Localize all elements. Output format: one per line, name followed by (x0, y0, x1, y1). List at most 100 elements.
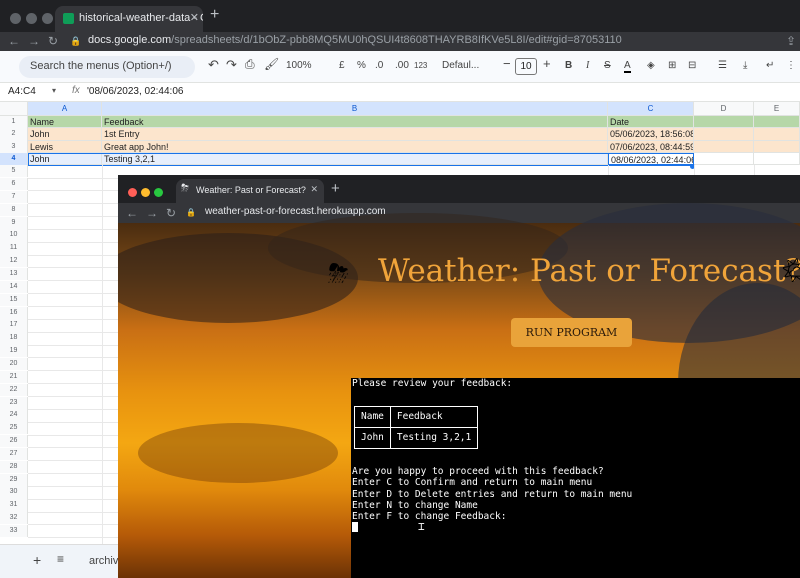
row-header[interactable]: 4 (0, 152, 28, 166)
paint-format-icon[interactable]: 🖌 (264, 57, 279, 71)
increase-decimal-button[interactable]: .00 (395, 60, 409, 71)
name-box-dropdown-icon[interactable]: ▾ (52, 86, 56, 95)
row-header[interactable]: 5 (0, 165, 28, 178)
increase-font-size-icon[interactable]: + (543, 56, 551, 71)
cell-e1[interactable] (754, 116, 800, 129)
app-back-arrow-icon[interactable]: ← (126, 206, 138, 220)
align-left-icon[interactable]: ☰ (718, 60, 727, 71)
cell-c3[interactable]: 07/06/2023, 08:44:59 (608, 140, 694, 153)
cell-a2[interactable]: John (28, 128, 102, 141)
cell-a4[interactable]: John (28, 152, 102, 166)
undo-icon[interactable]: ↶ (208, 57, 219, 73)
bold-button[interactable]: B (565, 60, 572, 71)
add-sheet-icon[interactable]: + (33, 552, 41, 568)
all-sheets-icon[interactable]: ≡ (57, 552, 64, 566)
menu-search-input[interactable]: Search the menus (Option+/) (19, 56, 195, 78)
cell-c2[interactable]: 05/06/2023, 18:56:08 (608, 128, 694, 141)
cell-b4[interactable]: Testing 3,2,1 (102, 152, 608, 166)
close-window-button[interactable] (10, 13, 21, 24)
print-icon[interactable]: ⎙ (245, 57, 255, 72)
cell-d1[interactable] (694, 116, 754, 129)
text-color-icon[interactable]: A (624, 60, 631, 73)
name-box[interactable]: A4:C4 (8, 86, 36, 97)
row-header[interactable]: 23 (0, 396, 28, 409)
decrease-decimal-button[interactable]: .0 (375, 60, 383, 71)
fill-color-icon[interactable]: ◈ (647, 60, 655, 71)
row-header[interactable]: 12 (0, 255, 28, 268)
row-header[interactable]: 11 (0, 242, 28, 255)
row-header[interactable]: 14 (0, 280, 28, 294)
row-header[interactable]: 29 (0, 473, 28, 486)
row-header[interactable]: 9 (0, 216, 28, 229)
row-header[interactable]: 15 (0, 293, 28, 306)
sheets-address-bar[interactable]: docs.google.com/spreadsheets/d/1bObZ-pbb… (88, 34, 622, 46)
app-browser-tab[interactable]: ⛈ Weather: Past or Forecast? ✕ (176, 179, 324, 203)
row-header[interactable]: 2 (0, 128, 28, 141)
cell-d3[interactable] (694, 140, 754, 153)
share-icon[interactable]: ⇪ (786, 34, 796, 48)
cell-d2[interactable] (694, 128, 754, 141)
cell-c1[interactable]: Date (608, 116, 694, 129)
app-minimize-window-button[interactable] (141, 188, 150, 197)
row-header[interactable]: 21 (0, 370, 28, 384)
app-close-window-button[interactable] (128, 188, 137, 197)
row-header[interactable]: 10 (0, 229, 28, 242)
percent-button[interactable]: % (357, 60, 366, 71)
row-header[interactable]: 19 (0, 345, 28, 358)
italic-button[interactable]: I (586, 60, 589, 71)
row-header[interactable]: 32 (0, 512, 28, 525)
row-header[interactable]: 31 (0, 499, 28, 512)
row-header[interactable]: 20 (0, 357, 28, 371)
zoom-select[interactable]: 100% (286, 60, 312, 71)
cell-a1[interactable]: Name (28, 116, 102, 129)
vertical-align-icon[interactable]: ⤓ (743, 60, 747, 71)
more-formats-button[interactable]: 123 (414, 61, 427, 70)
borders-icon[interactable]: ⊞ (668, 60, 676, 71)
row-header[interactable]: 3 (0, 140, 28, 153)
reload-icon[interactable]: ↻ (48, 34, 58, 48)
terminal[interactable]: Please review your feedback: Name Feedba… (351, 378, 800, 578)
row-header[interactable]: 33 (0, 525, 28, 538)
row-header[interactable]: 16 (0, 306, 28, 319)
column-header-d[interactable]: D (694, 102, 754, 116)
forward-arrow-icon[interactable]: → (28, 34, 40, 48)
row-header[interactable]: 28 (0, 460, 28, 474)
row-header[interactable]: 8 (0, 203, 28, 217)
cell-b1[interactable]: Feedback (102, 116, 608, 129)
sheets-browser-tab[interactable]: historical-weather-data - Goo ✕ (55, 6, 203, 32)
app-maximize-window-button[interactable] (154, 188, 163, 197)
cell-e2[interactable] (754, 128, 800, 141)
row-header[interactable]: 30 (0, 486, 28, 499)
back-arrow-icon[interactable]: ← (8, 34, 20, 48)
app-close-tab-icon[interactable]: ✕ (310, 184, 318, 195)
decrease-font-size-icon[interactable]: − (503, 56, 511, 71)
column-header-a[interactable]: A (28, 102, 102, 116)
row-header[interactable]: 17 (0, 319, 28, 332)
row-header[interactable]: 7 (0, 190, 28, 204)
cell-a3[interactable]: Lewis (28, 140, 102, 153)
new-tab-icon[interactable]: + (210, 6, 219, 24)
select-all-corner[interactable] (0, 102, 28, 116)
minimize-window-button[interactable] (26, 13, 37, 24)
column-header-b[interactable]: B (102, 102, 608, 116)
text-wrap-icon[interactable]: ↵ (766, 60, 774, 71)
more-tools-icon[interactable]: ⋮ (786, 60, 796, 71)
redo-icon[interactable]: ↷ (226, 57, 237, 73)
row-header[interactable]: 6 (0, 178, 28, 191)
column-header-e[interactable]: E (754, 102, 800, 116)
row-header[interactable]: 24 (0, 409, 28, 422)
formula-input[interactable]: '08/06/2023, 02:44:06 (87, 86, 183, 97)
cell-b3[interactable]: Great app John! (102, 140, 608, 153)
row-header[interactable]: 1 (0, 116, 28, 129)
strikethrough-icon[interactable]: S (604, 60, 611, 71)
row-header[interactable]: 22 (0, 383, 28, 396)
app-forward-arrow-icon[interactable]: → (146, 206, 158, 220)
cell-e3[interactable] (754, 140, 800, 153)
font-size-input[interactable]: 10 (515, 58, 537, 75)
cell-b2[interactable]: 1st Entry (102, 128, 608, 141)
cell-d4[interactable] (694, 152, 754, 166)
row-header[interactable]: 25 (0, 422, 28, 435)
maximize-window-button[interactable] (42, 13, 53, 24)
app-reload-icon[interactable]: ↻ (166, 206, 176, 220)
cell-c4-active[interactable]: 08/06/2023, 02:44:06 (608, 152, 694, 166)
